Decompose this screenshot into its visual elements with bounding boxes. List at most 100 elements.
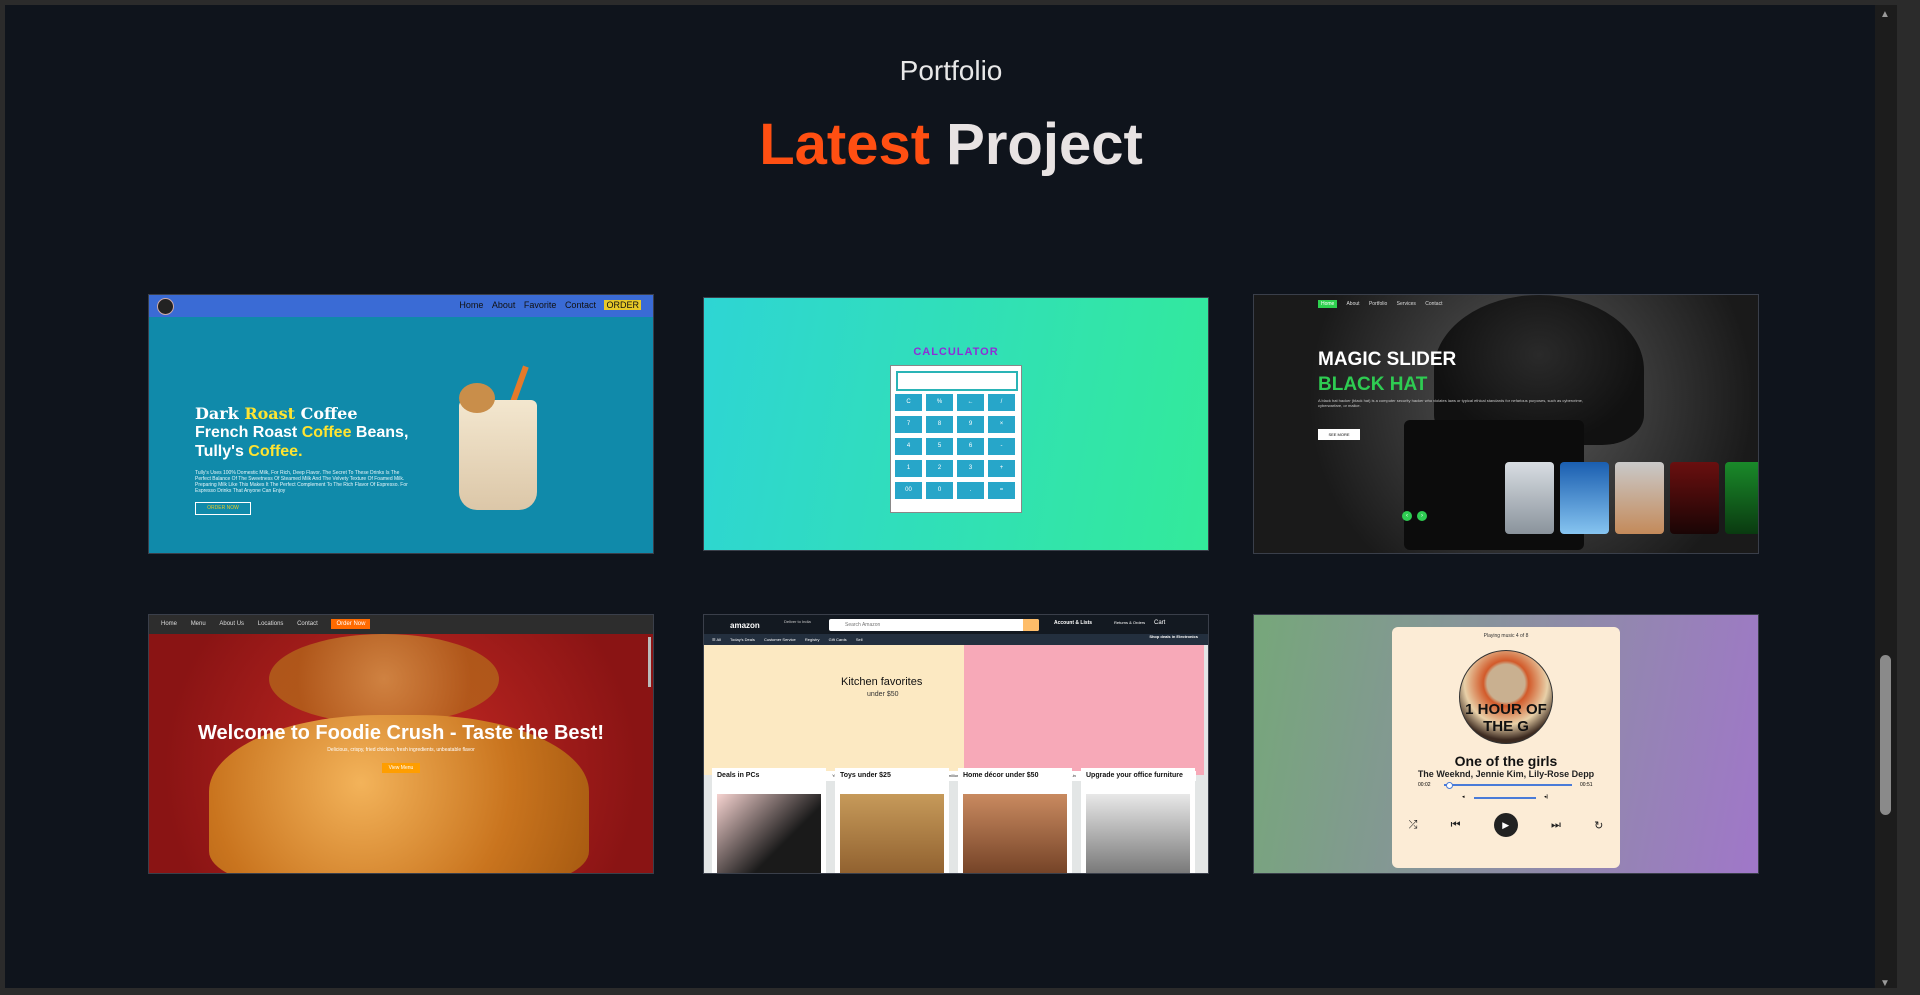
section-subtitle: Portfolio: [899, 55, 1003, 86]
slider-nav-portfolio[interactable]: Portfolio: [1369, 301, 1387, 307]
foodie-nav-menu[interactable]: Menu: [191, 621, 206, 627]
amazon-subnav-electronics[interactable]: Shop deals in Electronics: [1149, 634, 1198, 639]
calc-key[interactable]: 2: [926, 460, 953, 477]
amazon-tile[interactable]: Upgrade your office furniture: [1081, 768, 1195, 873]
next-icon[interactable]: ⏭: [1551, 819, 1561, 832]
calc-key[interactable]: 0: [926, 482, 953, 499]
page-scrollbar[interactable]: ▲ ▼: [1875, 5, 1897, 988]
calc-key[interactable]: /: [988, 394, 1015, 411]
project-card-amazon-clone[interactable]: amazon Deliver to India Search Amazon Ac…: [703, 614, 1209, 874]
shuffle-icon[interactable]: ⤮: [1409, 819, 1418, 832]
album-art: 1 HOUR OF THE G: [1459, 650, 1553, 744]
calc-key[interactable]: +: [988, 460, 1015, 477]
play-icon[interactable]: ▶: [1493, 813, 1518, 837]
window-bottom-edge: [0, 988, 1920, 995]
slider-nav-contact[interactable]: Contact: [1425, 301, 1442, 307]
amazon-tile[interactable]: Toys under $25: [835, 768, 949, 873]
calc-key[interactable]: 1: [895, 460, 922, 477]
coffee-nav-contact[interactable]: Contact: [565, 300, 596, 310]
progress-bar[interactable]: [1444, 784, 1572, 786]
coffee-nav-favorite[interactable]: Favorite: [524, 300, 557, 310]
calc-key[interactable]: 6: [957, 438, 984, 455]
foodie-order-button[interactable]: Order Now: [331, 619, 371, 629]
scrollbar-thumb[interactable]: [1880, 655, 1891, 815]
foodie-scrollbar[interactable]: [648, 637, 651, 687]
amazon-hero-title: Kitchen favorites: [841, 676, 923, 688]
project-card-calculator[interactable]: CALCULATOR C % ← / 7 8 9 × 4 5 6 - 1 2 3…: [703, 297, 1209, 551]
scroll-down-icon[interactable]: ▼: [1880, 978, 1890, 988]
slider-thumb[interactable]: [1560, 462, 1609, 534]
amazon-account[interactable]: Account & Lists: [1054, 620, 1092, 626]
calc-key[interactable]: 7: [895, 416, 922, 433]
foodie-heading: Welcome to Foodie Crush - Taste the Best…: [198, 722, 604, 744]
progress-knob[interactable]: [1446, 782, 1453, 789]
slider-thumb[interactable]: [1670, 462, 1719, 534]
amazon-tile[interactable]: Deals in PCs: [712, 768, 826, 873]
foodie-view-menu-button[interactable]: View Menu: [382, 763, 420, 773]
foodie-nav-locations[interactable]: Locations: [258, 621, 284, 627]
scroll-up-icon[interactable]: ▲: [1880, 9, 1890, 20]
calc-key[interactable]: 9: [957, 416, 984, 433]
slider-nav-about[interactable]: About: [1346, 301, 1359, 307]
calc-key[interactable]: =: [988, 482, 1015, 499]
coffee-order-button[interactable]: ORDER NOW: [195, 502, 251, 515]
amazon-search-input[interactable]: Search Amazon: [829, 619, 1039, 631]
slider-nav-home[interactable]: Home: [1318, 300, 1338, 308]
foodie-subtitle: Delicious, crispy, fried chicken, fresh …: [327, 747, 475, 753]
repeat-icon[interactable]: ↻: [1594, 819, 1603, 832]
title-accent: Latest: [759, 112, 931, 177]
amazon-subnav-sell[interactable]: Sell: [856, 637, 863, 642]
calc-key[interactable]: %: [926, 394, 953, 411]
amazon-returns[interactable]: Returns & Orders: [1114, 620, 1145, 625]
amazon-subnav-service[interactable]: Customer Service: [764, 637, 796, 642]
amazon-subnav-gift[interactable]: Gift Cards: [829, 637, 847, 642]
calc-key[interactable]: ×: [988, 416, 1015, 433]
calc-key[interactable]: 5: [926, 438, 953, 455]
slider-thumb[interactable]: [1615, 462, 1664, 534]
calc-key[interactable]: C: [895, 394, 922, 411]
slider-thumb[interactable]: [1505, 462, 1554, 534]
project-card-music-player[interactable]: Playing music 4 of 8 1 HOUR OF THE G One…: [1253, 614, 1759, 874]
previous-icon[interactable]: ⏮: [1451, 819, 1461, 832]
amazon-subnav-registry[interactable]: Registry: [805, 637, 820, 642]
coffee-paragraph: Tully's Uses 100% Domestic Milk, For Ric…: [195, 470, 408, 494]
calc-key[interactable]: 3: [957, 460, 984, 477]
slider-prev-button[interactable]: ‹: [1402, 511, 1412, 521]
amazon-logo[interactable]: amazon: [730, 621, 760, 630]
calc-key[interactable]: .: [957, 482, 984, 499]
amazon-cart-icon[interactable]: Cart: [1154, 620, 1165, 626]
calc-key[interactable]: 00: [895, 482, 922, 499]
project-card-foodie-crush[interactable]: Home Menu About Us Locations Contact Ord…: [148, 614, 654, 874]
pc-image: [717, 794, 821, 873]
amazon-subnav-all[interactable]: ☰ All: [712, 637, 721, 642]
amazon-subnav-deals[interactable]: Today's Deals: [730, 637, 755, 642]
slider-next-button[interactable]: ›: [1417, 511, 1427, 521]
amazon-hero-banner[interactable]: Kitchen favorites under $50 You are on a…: [704, 645, 1204, 781]
amazon-search-icon[interactable]: [1023, 619, 1039, 631]
slider-nav-services[interactable]: Services: [1397, 301, 1416, 307]
calc-key[interactable]: -: [988, 438, 1015, 455]
slider-text: A black hat hacker (black hat) is a comp…: [1318, 398, 1584, 408]
calc-key[interactable]: 8: [926, 416, 953, 433]
slider-see-more-button[interactable]: SEE MORE: [1318, 429, 1360, 440]
amazon-tile-title: Deals in PCs: [717, 772, 760, 779]
amazon-deliver-to[interactable]: Deliver to India: [784, 619, 811, 624]
volume-slider[interactable]: [1474, 797, 1536, 799]
project-card-coffee[interactable]: Home About Favorite Contact ORDER Dark R…: [148, 294, 654, 554]
toys-image: [840, 794, 944, 873]
chicken-wing-image: [269, 634, 499, 724]
slider-subtitle: BLACK HAT: [1318, 374, 1428, 395]
project-card-magic-slider[interactable]: Home About Portfolio Services Contact MA…: [1253, 294, 1759, 554]
calc-key[interactable]: ←: [957, 394, 984, 411]
foodie-nav-about[interactable]: About Us: [219, 621, 244, 627]
time-total: 00:51: [1580, 782, 1593, 788]
foodie-nav-home[interactable]: Home: [161, 621, 177, 627]
coffee-nav-home[interactable]: Home: [459, 300, 483, 310]
amazon-tile[interactable]: Home décor under $50: [958, 768, 1072, 873]
calculator-display: [896, 371, 1018, 391]
calc-key[interactable]: 4: [895, 438, 922, 455]
foodie-nav-contact[interactable]: Contact: [297, 621, 318, 627]
slider-thumb[interactable]: [1725, 462, 1758, 534]
coffee-nav-about[interactable]: About: [492, 300, 516, 310]
coffee-nav-order[interactable]: ORDER: [604, 300, 641, 310]
